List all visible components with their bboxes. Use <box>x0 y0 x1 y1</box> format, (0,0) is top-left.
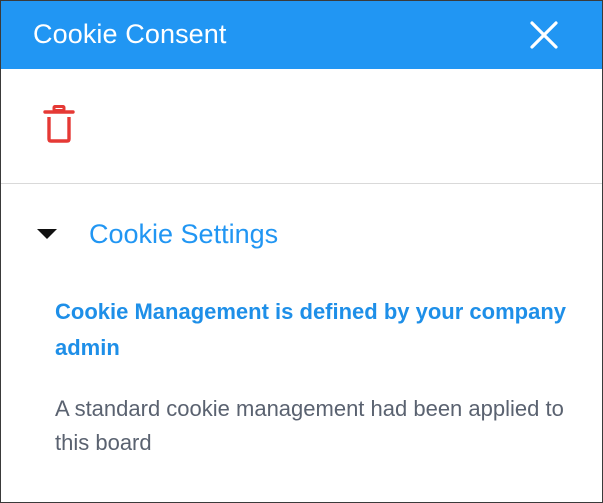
close-icon <box>530 21 558 49</box>
caret-down-icon <box>37 224 57 244</box>
cookie-consent-dialog: Cookie Consent Cookie Settings Cookie Ma… <box>0 0 603 503</box>
delete-button[interactable] <box>39 105 79 147</box>
cookie-description: A standard cookie management had been ap… <box>55 396 564 455</box>
admin-notice: Cookie Management is defined by your com… <box>55 299 566 360</box>
dialog-title: Cookie Consent <box>33 19 227 49</box>
cookie-settings-title: Cookie Settings <box>89 219 279 249</box>
cookie-settings-section: Cookie Settings Cookie Management is def… <box>1 184 602 502</box>
dialog-toolbar <box>1 69 602 184</box>
trash-icon <box>43 105 75 143</box>
close-button[interactable] <box>524 15 564 55</box>
cookie-settings-toggle[interactable]: Cookie Settings <box>37 217 278 251</box>
dialog-header: Cookie Consent <box>1 1 602 69</box>
